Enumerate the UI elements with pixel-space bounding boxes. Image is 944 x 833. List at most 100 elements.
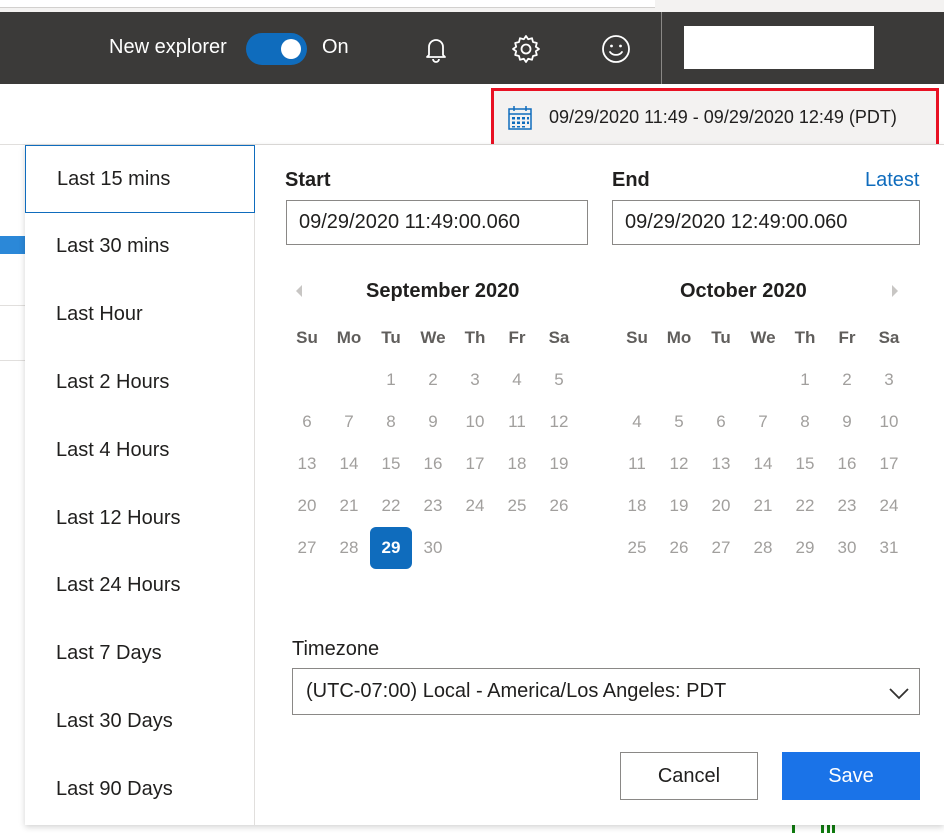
end-datetime-input[interactable]: 09/29/2020 12:49:00.060	[612, 200, 920, 245]
quick-range-item[interactable]: Last Hour	[25, 281, 255, 349]
calendar-day[interactable]: 22	[370, 485, 412, 527]
weekday-header: Th	[794, 328, 816, 347]
top-header: New explorer On	[0, 12, 944, 84]
new-explorer-toggle[interactable]	[246, 33, 307, 65]
calendar-day[interactable]: 10	[454, 401, 496, 443]
bell-icon	[426, 39, 446, 63]
calendar-day[interactable]: 30	[412, 527, 454, 569]
calendar-day[interactable]: 3	[868, 359, 910, 401]
calendar-day[interactable]: 31	[868, 527, 910, 569]
calendar-day[interactable]: 20	[700, 485, 742, 527]
next-month-icon[interactable]	[887, 283, 903, 299]
calendar-day[interactable]: 9	[826, 401, 868, 443]
calendar-day[interactable]: 19	[538, 443, 580, 485]
calendar-day[interactable]: 15	[784, 443, 826, 485]
gear-icon	[512, 35, 540, 63]
prev-month-icon[interactable]	[291, 283, 307, 299]
calendar-day[interactable]: 27	[700, 527, 742, 569]
calendar-day[interactable]: 1	[370, 359, 412, 401]
calendar-day[interactable]: 23	[826, 485, 868, 527]
calendar-day[interactable]: 17	[454, 443, 496, 485]
calendar-day[interactable]: 25	[496, 485, 538, 527]
calendar-day[interactable]: 29	[370, 527, 412, 569]
quick-range-item[interactable]: Last 12 Hours	[25, 484, 255, 552]
calendar-day[interactable]: 13	[286, 443, 328, 485]
timezone-label: Timezone	[292, 638, 380, 660]
calendar-day[interactable]: 5	[538, 359, 580, 401]
calendar-day[interactable]: 22	[784, 485, 826, 527]
quick-range-item[interactable]: Last 30 Days	[25, 687, 255, 755]
quick-range-item[interactable]: Last 4 Hours	[25, 416, 255, 484]
account-box[interactable]	[684, 26, 874, 69]
quick-range-item[interactable]: Last 15 mins	[25, 145, 255, 213]
end-label: End	[612, 169, 650, 191]
feedback-button[interactable]	[596, 29, 636, 69]
timezone-select[interactable]: (UTC-07:00) Local - America/Los Angeles:…	[292, 668, 920, 715]
calendar-day[interactable]: 16	[412, 443, 454, 485]
calendar-day[interactable]: 7	[742, 401, 784, 443]
calendar-day[interactable]: 11	[616, 443, 658, 485]
calendar-day[interactable]: 21	[742, 485, 784, 527]
weekday-header: Tu	[711, 328, 731, 347]
time-range-selector[interactable]: 09/29/2020 11:49 - 09/29/2020 12:49 (PDT…	[491, 88, 939, 147]
calendar-day[interactable]: 2	[826, 359, 868, 401]
weekday-header: Th	[464, 328, 486, 347]
smiley-icon	[602, 35, 630, 63]
calendar-day[interactable]: 9	[412, 401, 454, 443]
calendar-day[interactable]: 4	[616, 401, 658, 443]
calendar-day[interactable]: 19	[658, 485, 700, 527]
calendar-day[interactable]: 28	[742, 527, 784, 569]
calendar-day[interactable]: 24	[454, 485, 496, 527]
calendar-day[interactable]: 6	[700, 401, 742, 443]
calendar-day[interactable]: 23	[412, 485, 454, 527]
notifications-button[interactable]	[416, 29, 456, 69]
weekday-header: Tu	[381, 328, 401, 347]
calendar-day[interactable]: 29	[784, 527, 826, 569]
calendar-day[interactable]: 5	[658, 401, 700, 443]
calendar-day[interactable]: 18	[616, 485, 658, 527]
calendar-day[interactable]: 13	[700, 443, 742, 485]
calendar-day[interactable]: 20	[286, 485, 328, 527]
calendar-day[interactable]: 14	[328, 443, 370, 485]
calendar-day[interactable]: 27	[286, 527, 328, 569]
calendar-day[interactable]: 28	[328, 527, 370, 569]
calendar-day[interactable]: 7	[328, 401, 370, 443]
quick-range-list: Last 15 mins Last 30 mins Last Hour Last 2 …	[25, 145, 255, 825]
settings-button[interactable]	[506, 29, 546, 69]
cancel-button[interactable]: Cancel	[620, 752, 758, 800]
quick-range-item[interactable]: Last 30 mins	[25, 213, 255, 281]
calendar-day[interactable]: 3	[454, 359, 496, 401]
calendar-day[interactable]: 8	[370, 401, 412, 443]
quick-range-item[interactable]: Last 24 Hours	[25, 552, 255, 620]
quick-range-item[interactable]: Last 7 Days	[25, 620, 255, 688]
calendar-day[interactable]: 12	[538, 401, 580, 443]
calendar-day[interactable]: 10	[868, 401, 910, 443]
month-title-left: September 2020	[366, 280, 520, 302]
quick-range-item[interactable]: Last 2 Hours	[25, 348, 255, 416]
calendar-day[interactable]: 16	[826, 443, 868, 485]
calendar-day[interactable]: 1	[784, 359, 826, 401]
quick-range-item[interactable]: Last 90 Days	[25, 755, 255, 823]
latest-link[interactable]: Latest	[865, 169, 919, 192]
calendar-day[interactable]: 26	[658, 527, 700, 569]
calendar-day[interactable]: 14	[742, 443, 784, 485]
calendar-day[interactable]: 21	[328, 485, 370, 527]
app-root: New explorer On 09/29/2020 11:49 - 09/29…	[0, 0, 944, 833]
calendar-day[interactable]: 17	[868, 443, 910, 485]
calendar-day[interactable]: 15	[370, 443, 412, 485]
new-explorer-label: New explorer	[109, 36, 227, 58]
start-datetime-input[interactable]: 09/29/2020 11:49:00.060	[286, 200, 588, 245]
calendar-day[interactable]: 2	[412, 359, 454, 401]
calendar-day[interactable]: 4	[496, 359, 538, 401]
calendar-day[interactable]: 25	[616, 527, 658, 569]
top-scrollbar[interactable]	[0, 0, 655, 8]
calendar-day[interactable]: 30	[826, 527, 868, 569]
calendar-day[interactable]: 24	[868, 485, 910, 527]
calendar-day[interactable]: 11	[496, 401, 538, 443]
calendar-day[interactable]: 8	[784, 401, 826, 443]
calendar-day[interactable]: 26	[538, 485, 580, 527]
save-button[interactable]: Save	[782, 752, 920, 800]
calendar-day[interactable]: 18	[496, 443, 538, 485]
calendar-day[interactable]: 12	[658, 443, 700, 485]
calendar-day[interactable]: 6	[286, 401, 328, 443]
